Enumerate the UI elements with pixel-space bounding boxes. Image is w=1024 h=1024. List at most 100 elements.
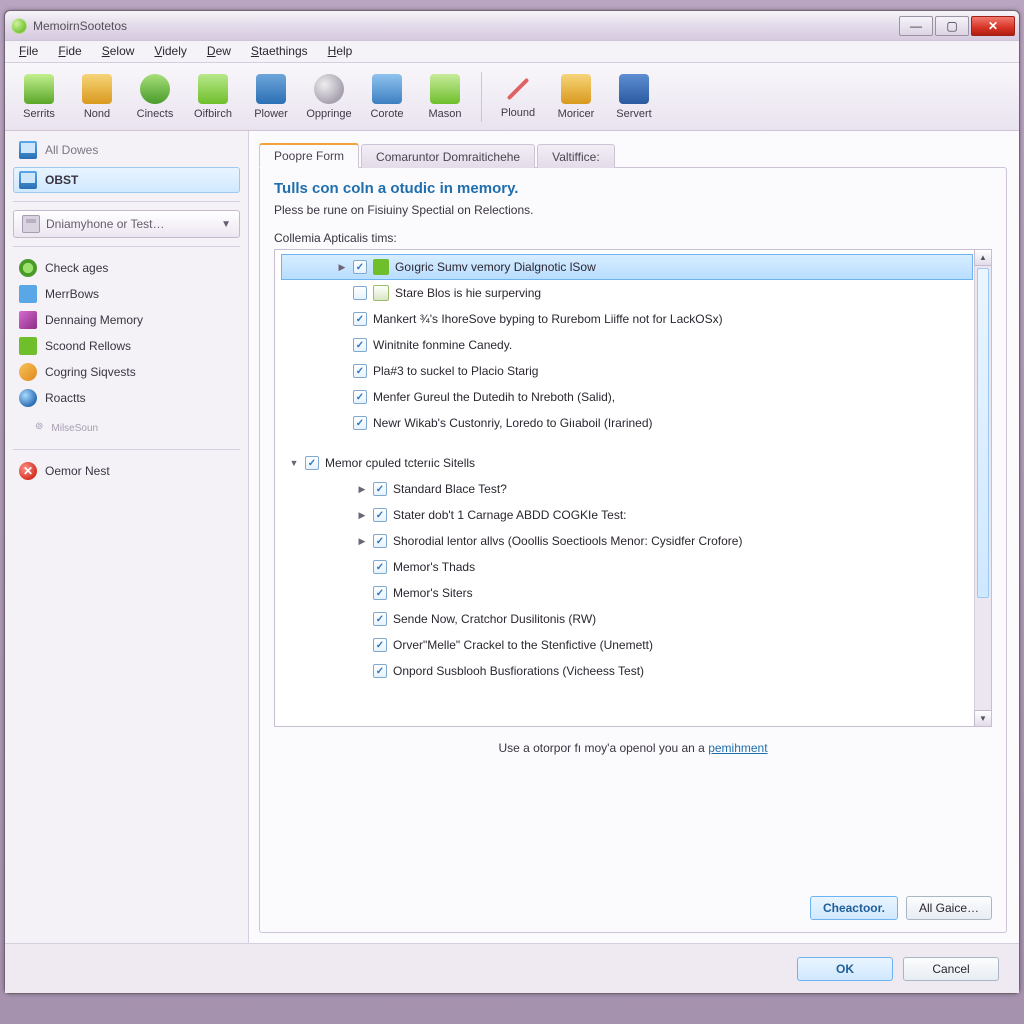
sidebar-active-item[interactable]: OBST: [13, 167, 240, 193]
tab-2[interactable]: Valtiffice:: [537, 144, 615, 168]
menu-fide[interactable]: Fide: [48, 41, 91, 62]
scroll-thumb[interactable]: [977, 268, 989, 598]
tab-1[interactable]: Comaruntor Domraitichehe: [361, 144, 535, 168]
checkbox[interactable]: ✓: [373, 482, 387, 496]
app-window: MemoirnSootetos — ▢ ✕ FileFideSelowVidel…: [4, 10, 1020, 994]
tree-item[interactable]: ▶✓Standard Blace Test?: [281, 476, 973, 502]
checkbox[interactable]: ✓: [353, 416, 367, 430]
checkbox[interactable]: ✓: [373, 560, 387, 574]
scroll-down-button[interactable]: ▼: [974, 710, 992, 727]
sidebar-dropdown[interactable]: Dniamyhone or Test… ▼: [13, 210, 240, 238]
checkbox[interactable]: ✓: [373, 534, 387, 548]
close-button[interactable]: ✕: [971, 16, 1015, 36]
expand-icon[interactable]: ▶: [357, 484, 367, 495]
tool-serrits[interactable]: Serrits: [11, 66, 67, 128]
tree-item[interactable]: ✓Pla#3 to suckel to Placio Starig: [281, 358, 973, 384]
expand-icon[interactable]: ▼: [289, 458, 299, 468]
corote-icon: [372, 74, 402, 104]
oppringe-icon: [314, 74, 344, 104]
checkbox[interactable]: ✓: [353, 364, 367, 378]
sidebar-item-label: Scoond Rellows: [45, 339, 131, 353]
cheactoor-button[interactable]: Cheactoor.: [810, 896, 898, 920]
tree-item-label: Memor's Thads: [393, 560, 475, 574]
tree-item[interactable]: ▶✓Goıgric Sumv vemory Dialgnotic lSow: [281, 254, 973, 280]
menu-file[interactable]: File: [9, 41, 48, 62]
checkbox[interactable]: ✓: [373, 586, 387, 600]
checkbox[interactable]: ✓: [373, 612, 387, 626]
cinects-icon: [140, 74, 170, 104]
menu-help[interactable]: Help: [318, 41, 363, 62]
tree-item[interactable]: ▶✓Stater dob't 1 Carnage ABDD COGKIe Tes…: [281, 502, 973, 528]
tool-label: Plound: [501, 107, 535, 119]
all-gaice-button[interactable]: All Gaice…: [906, 896, 992, 920]
tree-item-label: Shorodial lentor allvs (Ooollis Soectioo…: [393, 534, 742, 548]
tool-moricer[interactable]: Moricer: [548, 66, 604, 128]
org-icon: [19, 363, 37, 381]
ok-button[interactable]: OK: [797, 957, 893, 981]
menubar: FileFideSelowVidelyDewStaethingsHelp: [5, 41, 1019, 63]
sidebar-item-merrbows[interactable]: MerrBows: [13, 281, 240, 307]
checkbox[interactable]: ✓: [353, 312, 367, 326]
tool-cinects[interactable]: Cinects: [127, 66, 183, 128]
tree-item[interactable]: ✓Orver"Melle" Crackel to the Stenfictive…: [281, 632, 973, 658]
checkbox[interactable]: ✓: [373, 664, 387, 678]
tree-item[interactable]: ✓Onpord Susblooh Busfiorations (Vicheess…: [281, 658, 973, 684]
minimize-button[interactable]: —: [899, 16, 933, 36]
hint-link[interactable]: pemihment: [708, 741, 767, 755]
tree-item[interactable]: ✓Memor's Siters: [281, 580, 973, 606]
tool-oifbirch[interactable]: Oifbirch: [185, 66, 241, 128]
sidebar-heading-label: All Dowes: [45, 143, 98, 157]
tool-nond[interactable]: Nond: [69, 66, 125, 128]
item-icon: [373, 285, 389, 301]
expand-icon[interactable]: ▶: [337, 262, 347, 273]
cancel-button[interactable]: Cancel: [903, 957, 999, 981]
tool-label: Oifbirch: [194, 108, 232, 120]
expand-icon[interactable]: ▶: [357, 510, 367, 521]
tool-label: Oppringe: [306, 108, 351, 120]
tool-plower[interactable]: Plower: [243, 66, 299, 128]
expand-icon[interactable]: ▶: [357, 536, 367, 547]
tool-plound[interactable]: Plound: [490, 66, 546, 128]
tool-servert[interactable]: Servert: [606, 66, 662, 128]
scroll-up-button[interactable]: ▲: [974, 249, 992, 266]
menu-selow[interactable]: Selow: [92, 41, 145, 62]
tree-item[interactable]: ▼✓Memor cpuled tcterıic Sitells: [281, 450, 973, 476]
tab-0[interactable]: Poopre Form: [259, 143, 359, 168]
sidebar-error-item[interactable]: ✕ Oemor Nest: [13, 458, 240, 484]
tree-item[interactable]: ▶ ✓ Shorodial lentor allvs (Ooollis Soecti…: [281, 528, 973, 554]
scrollbar[interactable]: ▲ ▼: [974, 250, 991, 726]
tree-item[interactable]: ✓Winitnite fonmine Canedy.: [281, 332, 973, 358]
checkbox[interactable]: ✓: [353, 390, 367, 404]
tree-item[interactable]: ✓Sende Now, Cratchor Dusilitonis (RW): [281, 606, 973, 632]
sidebar-item-cogring-siqvests[interactable]: Cogring Siqvests: [13, 359, 240, 385]
tool-corote[interactable]: Corote: [359, 66, 415, 128]
tree-item[interactable]: ✓Menfer Gureul the Dutedih to Nreboth (S…: [281, 384, 973, 410]
sidebar-item-check-ages[interactable]: Check ages: [13, 255, 240, 281]
tool-mason[interactable]: Mason: [417, 66, 473, 128]
checkbox[interactable]: [353, 286, 367, 300]
tree-item[interactable]: ✓ Memor's Thads: [281, 554, 973, 580]
checkbox[interactable]: ✓: [353, 338, 367, 352]
menu-dew[interactable]: Dew: [197, 41, 241, 62]
tree-item[interactable]: ✓Newr Wikab's Custonriy, Loredo to Giıab…: [281, 410, 973, 436]
options-tree[interactable]: ▶✓Goıgric Sumv vemory Dialgnotic lSowSta…: [274, 249, 992, 727]
menu-staethings[interactable]: Staethings: [241, 41, 318, 62]
error-icon: ✕: [19, 462, 37, 480]
panel-title: Tulls con coln a otudic in memory.: [274, 180, 992, 197]
sidebar-item-dennaing-memory[interactable]: Dennaing Memory: [13, 307, 240, 333]
titlebar[interactable]: MemoirnSootetos — ▢ ✕: [5, 11, 1019, 41]
menu-videly[interactable]: Videly: [144, 41, 196, 62]
tree-item[interactable]: Stare Blos is hie surperving: [281, 280, 973, 306]
window-controls: — ▢ ✕: [899, 16, 1015, 36]
maximize-button[interactable]: ▢: [935, 16, 969, 36]
sidebar-item-roactts[interactable]: Roactts: [13, 385, 240, 411]
tree-item[interactable]: ✓Mankert ¾'s IhoreSove byping to Rurebom…: [281, 306, 973, 332]
sidebar-dropdown-label: Dniamyhone or Test…: [46, 217, 165, 231]
tool-oppringe[interactable]: Oppringe: [301, 66, 357, 128]
checkbox[interactable]: ✓: [305, 456, 319, 470]
checkbox[interactable]: ✓: [373, 508, 387, 522]
checkbox[interactable]: ✓: [373, 638, 387, 652]
checkbox[interactable]: ✓: [353, 260, 367, 274]
sidebar-item-scoond-rellows[interactable]: Scoond Rellows: [13, 333, 240, 359]
hint-text: Use a otorpor fı moy'a openol you an a p…: [274, 741, 992, 755]
